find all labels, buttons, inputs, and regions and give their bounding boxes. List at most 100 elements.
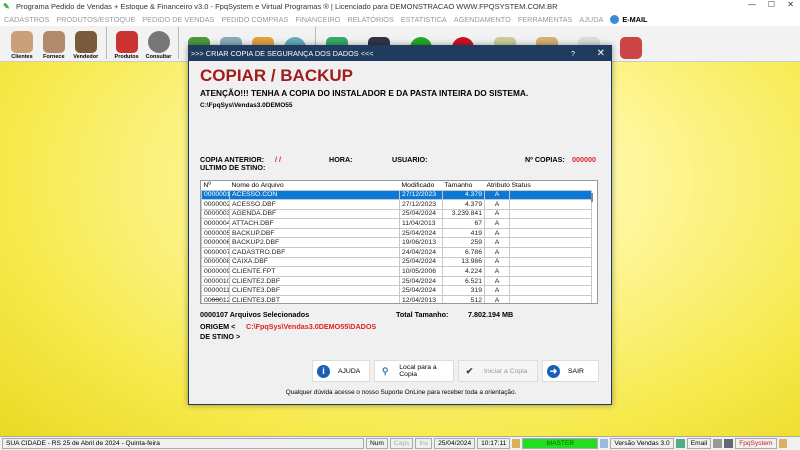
search-icon: ⚲ (381, 365, 389, 376)
cell-tamanho: 4.379 (442, 199, 485, 210)
ajuda-label: AJUDA (338, 367, 361, 375)
cell-status (509, 237, 592, 249)
table-row[interactable]: 0000010 CLIENTE2.DBF 25/04/2024 6.521 A (201, 275, 592, 287)
seller-icon (74, 31, 97, 53)
cell-numero: 0000005 (201, 227, 230, 239)
globe-icon (610, 14, 620, 24)
col-nome[interactable]: Nome do Arquivo (230, 181, 400, 190)
table-row[interactable]: 0000011 CLIENTE3.DBF 25/04/2024 319 A (201, 285, 592, 297)
dialog-close-button[interactable]: ✕ (597, 48, 605, 59)
toolbar-label: Clientes (11, 54, 33, 60)
toolbar-vendedor[interactable]: Vendedor (70, 26, 102, 60)
menu-agendamento[interactable]: AGENDAMENTO (454, 15, 511, 24)
status-time: 10:17:11 (477, 438, 511, 449)
menu-cadastros[interactable]: CADASTROS (4, 15, 49, 24)
table-row[interactable]: 0000002 ACESSO.DBF 27/12/2023 4.379 A (201, 199, 592, 210)
dialog-help-button[interactable]: ? (571, 49, 575, 58)
menu-estatistica[interactable]: ESTATISTICA (401, 15, 447, 24)
cell-atributo: A (484, 237, 510, 249)
window-title: Programa Pedido de Vendas + Estoque & Fi… (16, 1, 558, 11)
cell-atributo: A (484, 295, 510, 303)
cell-nome: BACKUP.DBF (229, 227, 400, 239)
menu-pedido-compras[interactable]: PEDIDO COMPRAS (221, 15, 288, 24)
printer-icon[interactable] (713, 439, 723, 448)
col-numero[interactable]: Nº (202, 181, 230, 190)
table-row[interactable]: 0000004 ATTACH.DBF 11/04/2013 67 A (201, 218, 592, 229)
menu-email[interactable]: E-MAIL (610, 14, 647, 24)
user-small-icon (778, 439, 787, 448)
minimize-button[interactable]: — (748, 0, 756, 9)
dialog-title: >>> CRIAR COPIA DE SEGURANÇA DOS DADOS <… (191, 49, 374, 58)
file-list[interactable]: Nº Nome do Arquivo Modificado Tamanho At… (200, 180, 598, 304)
backup-dialog: >>> CRIAR COPIA DE SEGURANÇA DOS DADOS <… (188, 45, 612, 405)
toolbar-fornece[interactable]: Fornece (38, 26, 70, 60)
menu-financeiro[interactable]: FINANCEIRO (295, 15, 340, 24)
status-brand: FpqSystem (735, 438, 777, 449)
table-row[interactable]: 0000001 ACESSO.CON 27/12/2023 4.379 A (201, 189, 592, 201)
total-label: Total Tamanho: (396, 310, 449, 319)
cell-numero: 0000003 (201, 208, 230, 220)
toolbar-clientes[interactable]: Clientes (6, 26, 38, 60)
maximize-button[interactable]: ☐ (768, 0, 775, 9)
cell-nome: CLIENTE2.DBF (229, 275, 400, 287)
table-row[interactable]: 0000007 CADASTRO.DBF 24/04/2024 6.786 A (201, 247, 592, 258)
ultimo-destino-label: ULTIMO DE STINO: (200, 163, 266, 172)
status-date: 25/04/2024 (434, 438, 476, 449)
menu-relatorios[interactable]: RELATÓRIOS (347, 15, 394, 24)
cell-numero: 0000002 (201, 199, 230, 210)
cell-atributo: A (484, 285, 510, 297)
toolbar-label: Fornece (43, 54, 65, 60)
status-email[interactable]: Email (686, 438, 712, 449)
origem-label: ORIGEM < (200, 322, 236, 331)
table-row[interactable]: 0000003 AGENDA.DBF 25/04/2024 3.239.841 A (201, 208, 592, 220)
cell-modificado: 25/04/2024 (399, 275, 443, 287)
cell-nome: AGENDA.DBF (229, 208, 400, 220)
table-row[interactable]: 0000009 CLIENTE.FPT 10/05/2006 4.224 A (201, 266, 592, 277)
exit-icon (620, 37, 642, 59)
cell-nome: BACKUP2.DBF (229, 237, 400, 249)
cell-atributo: A (484, 266, 510, 277)
cell-modificado: 25/04/2024 (399, 227, 443, 239)
toolbar-produtos[interactable]: Produtos (111, 26, 143, 60)
table-row[interactable]: 0000008 CAIXA.DBF 25/04/2024 13.986 A (201, 256, 592, 268)
cell-modificado: 19/06/2013 (399, 237, 443, 249)
user-icon (512, 439, 521, 448)
products-icon (115, 31, 138, 53)
sair-button[interactable]: ➜ SAIR (542, 360, 599, 382)
status-city-date: SUA CIDADE - RS 25 de Abril de 2024 - Qu… (2, 438, 364, 449)
cell-numero: 0000004 (201, 218, 230, 229)
cell-tamanho: 4.224 (442, 266, 485, 277)
barcode-icon (147, 31, 170, 53)
app-icon: ✎ (3, 1, 10, 11)
checkmark-icon: ✔ (465, 365, 474, 376)
cell-status (509, 227, 592, 239)
menu-produtos-estoque[interactable]: PRODUTOS/ESTOQUE (56, 15, 135, 24)
iniciar-copia-button[interactable]: ✔ Iniciar a Copia (458, 360, 538, 382)
scrollbar[interactable] (591, 193, 593, 202)
col-modificado[interactable]: Modificado (400, 181, 443, 190)
local-copia-button[interactable]: ⚲ Local para a Copia (374, 360, 454, 382)
toolbar-label: Vendedor (73, 54, 99, 60)
cell-nome: CLIENTE3.DBF (229, 285, 400, 297)
col-atributo[interactable]: Atributo (485, 181, 510, 190)
col-status[interactable]: Status (510, 181, 592, 190)
table-row[interactable]: 0000005 BACKUP.DBF 25/04/2024 419 A (201, 227, 592, 239)
hora-label: HORA: (329, 155, 353, 164)
ajuda-button[interactable]: i AJUDA (312, 360, 370, 382)
cell-tamanho: 259 (442, 237, 485, 249)
table-row[interactable]: 0000006 BACKUP2.DBF 19/06/2013 259 A (201, 237, 592, 249)
menu-ajuda[interactable]: AJUDA (579, 15, 603, 24)
cell-status (509, 295, 592, 303)
col-tamanho[interactable]: Tamanho (443, 181, 485, 190)
cell-atributo: A (484, 189, 510, 201)
menu-pedido-vendas[interactable]: PEDIDO DE VENDAS (142, 15, 214, 24)
table-row[interactable]: 0000012 CLIENTE3.DBT 12/04/2013 512 A (201, 295, 592, 303)
toolbar-consultar[interactable]: Consultar (143, 26, 175, 60)
cell-tamanho: 6.786 (442, 247, 485, 258)
menu-ferramentas[interactable]: FERRAMENTAS (518, 15, 573, 24)
close-button[interactable]: ✕ (787, 0, 794, 9)
calculator-icon[interactable] (724, 439, 734, 448)
cell-tamanho: 67 (442, 218, 485, 229)
toolbar-exit[interactable] (614, 26, 648, 60)
cell-nome: CLIENTE3.DBT (229, 295, 400, 303)
